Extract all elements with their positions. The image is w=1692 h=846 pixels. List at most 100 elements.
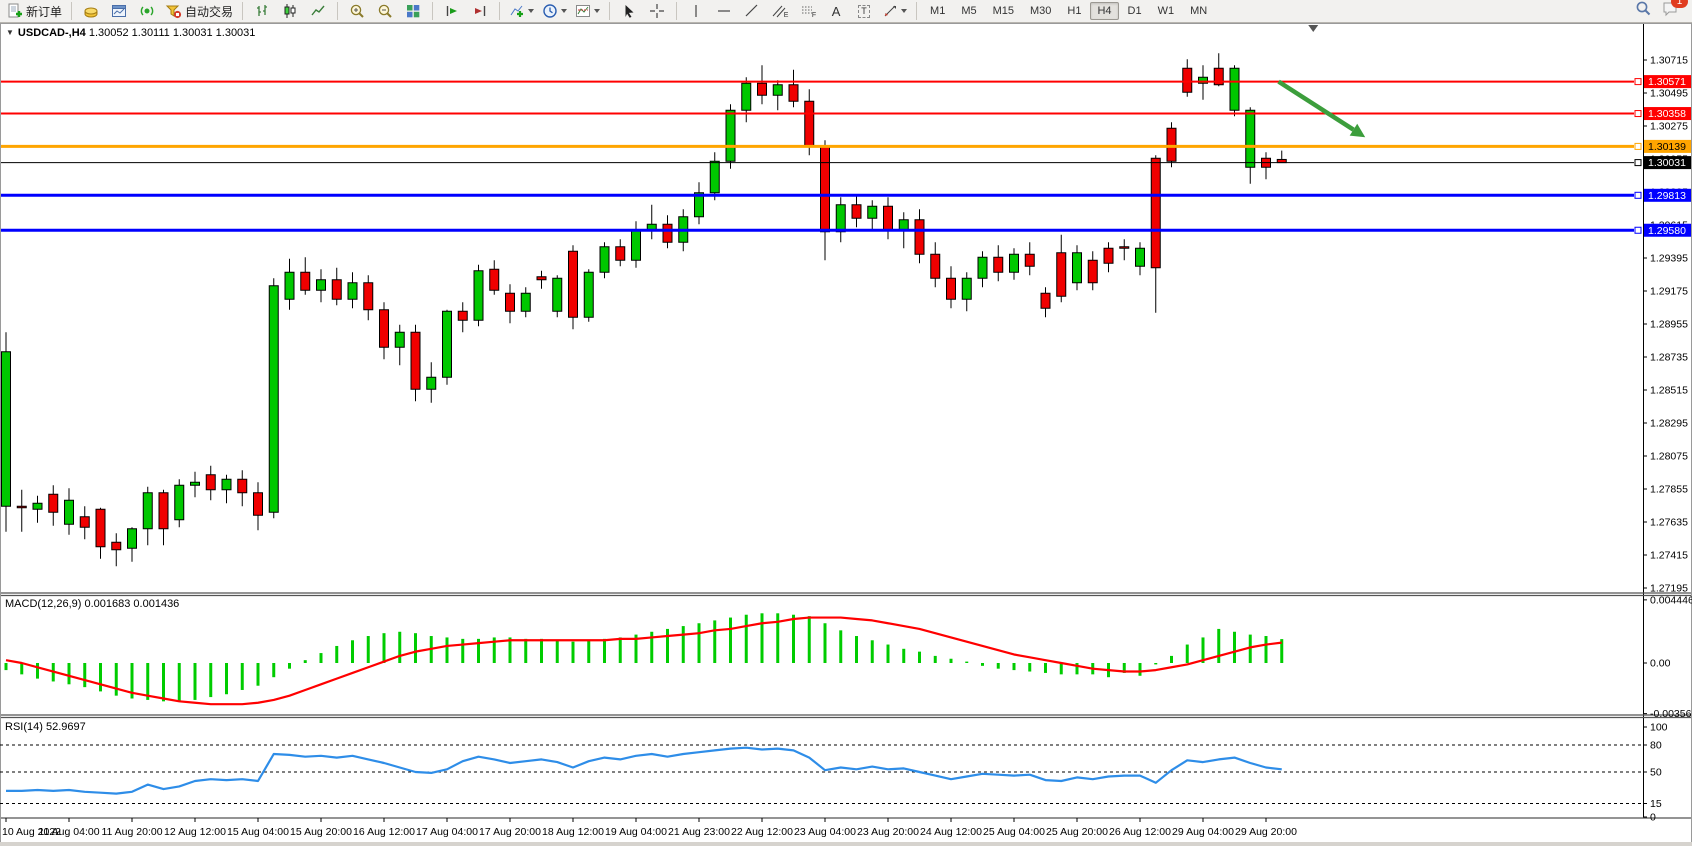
candle-body — [506, 293, 515, 311]
zoom-in-button[interactable] — [344, 0, 370, 22]
fibonacci-tool-button[interactable]: F — [795, 0, 821, 22]
candle-body — [1041, 293, 1050, 308]
chart-window-button[interactable] — [106, 0, 132, 22]
line-end-handle — [1635, 143, 1641, 149]
bar-chart-button[interactable] — [249, 0, 275, 22]
candle-body — [805, 101, 814, 146]
time-tick-label: 26 Aug 12:00 — [1109, 826, 1171, 838]
cursor-tool-button[interactable] — [616, 0, 642, 22]
candle-body — [726, 110, 735, 161]
candle-body — [773, 85, 782, 96]
text-tool-button[interactable]: A — [823, 0, 849, 22]
time-tick-label: 16 Aug 12:00 — [353, 826, 415, 838]
new-order-button[interactable]: 新订单 — [4, 0, 65, 22]
rsi-axis-label: 100 — [1650, 722, 1668, 734]
candle-body — [474, 271, 483, 321]
fibonacci-letter: F — [812, 12, 816, 19]
search-icon[interactable] — [1635, 0, 1652, 22]
trendline-icon — [744, 3, 760, 19]
candle-body — [380, 310, 389, 348]
price-tick-label: 1.27415 — [1650, 550, 1688, 562]
time-tick-label: 25 Aug 20:00 — [1046, 826, 1108, 838]
price-tick-label: 1.27635 — [1650, 517, 1688, 529]
candle-body — [742, 83, 751, 110]
candle-body — [553, 278, 562, 311]
candle-body — [33, 503, 42, 509]
candle-body — [1073, 253, 1082, 283]
periods-dropdown-caret[interactable] — [561, 9, 567, 13]
tab-timeframe-d1[interactable]: D1 — [1121, 2, 1149, 20]
tab-timeframe-mn[interactable]: MN — [1183, 2, 1214, 20]
arrows-tool-button[interactable] — [879, 0, 910, 22]
time-tick-label: 19 Aug 04:00 — [605, 826, 667, 838]
candle-body — [427, 377, 436, 389]
chart-shift-icon — [472, 3, 488, 19]
candle-body — [254, 493, 263, 516]
candle-body — [285, 272, 294, 299]
tab-timeframe-m30[interactable]: M30 — [1023, 2, 1058, 20]
channel-tool-button[interactable]: E — [767, 0, 793, 22]
horizontal-line-tool-button[interactable] — [711, 0, 737, 22]
separator — [499, 2, 500, 20]
templates-button[interactable] — [572, 0, 603, 22]
notifications-button[interactable]: 1 — [1662, 1, 1680, 22]
tile-windows-button[interactable] — [400, 0, 426, 22]
macd-axis-label: -0.003566 — [1650, 708, 1692, 720]
candle-body — [868, 206, 877, 218]
candle-body — [632, 230, 641, 260]
text-tool-icon: A — [832, 4, 841, 19]
chart-shift-button[interactable] — [467, 0, 493, 22]
periods-button[interactable] — [539, 0, 570, 22]
templates-dropdown-caret[interactable] — [594, 9, 600, 13]
candle-body — [490, 269, 499, 290]
candle-body — [17, 506, 26, 508]
candlestick-chart-button[interactable] — [277, 0, 303, 22]
templates-icon — [575, 3, 591, 19]
line-end-handle — [1635, 111, 1641, 117]
candle-body — [159, 493, 168, 529]
line-chart-button[interactable] — [305, 0, 331, 22]
indicators-button[interactable] — [506, 0, 537, 22]
broadcast-button[interactable] — [134, 0, 160, 22]
auto-scroll-button[interactable] — [439, 0, 465, 22]
time-tick-label: 29 Aug 20:00 — [1235, 826, 1297, 838]
candle-body — [269, 286, 278, 513]
separator — [337, 2, 338, 20]
auto-trading-button[interactable]: 自动交易 — [162, 0, 236, 22]
candle-body — [443, 311, 452, 377]
vertical-line-tool-button[interactable] — [683, 0, 709, 22]
price-tick-label: 1.28515 — [1650, 385, 1688, 397]
tab-timeframe-m5[interactable]: M5 — [954, 2, 983, 20]
tab-timeframe-h1[interactable]: H1 — [1060, 2, 1088, 20]
candle-body — [1151, 158, 1160, 268]
candle-body — [222, 479, 231, 490]
price-tick-label: 1.29395 — [1650, 253, 1688, 265]
tab-timeframe-m1[interactable]: M1 — [923, 2, 952, 20]
channel-letter: E — [784, 12, 789, 19]
candle-body — [836, 205, 845, 232]
candle-body — [710, 161, 719, 193]
zoom-in-icon — [349, 3, 365, 19]
horizontal-line-icon — [716, 3, 732, 19]
zoom-out-button[interactable] — [372, 0, 398, 22]
tab-timeframe-m15[interactable]: M15 — [986, 2, 1021, 20]
label-tool-button[interactable]: T — [851, 0, 877, 22]
time-tick-label: 18 Aug 12:00 — [542, 826, 604, 838]
price-tag-label: 1.30358 — [1648, 108, 1686, 120]
market-watch-button[interactable] — [78, 0, 104, 22]
line-end-handle — [1635, 79, 1641, 85]
trendline-tool-button[interactable] — [739, 0, 765, 22]
arrows-dropdown-caret[interactable] — [901, 9, 907, 13]
separator — [676, 2, 677, 20]
price-tick-label: 1.27855 — [1650, 484, 1688, 496]
candle-body — [301, 272, 310, 290]
candle-body — [112, 542, 121, 550]
price-tag-label: 1.30139 — [1648, 141, 1686, 153]
candle-body — [1088, 260, 1097, 283]
indicators-dropdown-caret[interactable] — [528, 9, 534, 13]
crosshair-tool-button[interactable] — [644, 0, 670, 22]
vertical-line-icon — [690, 3, 702, 19]
tab-timeframe-w1[interactable]: W1 — [1151, 2, 1182, 20]
tab-timeframe-h4[interactable]: H4 — [1090, 2, 1118, 20]
chart-canvas[interactable]: 1.307151.304951.302751.300551.298351.296… — [0, 23, 1692, 846]
